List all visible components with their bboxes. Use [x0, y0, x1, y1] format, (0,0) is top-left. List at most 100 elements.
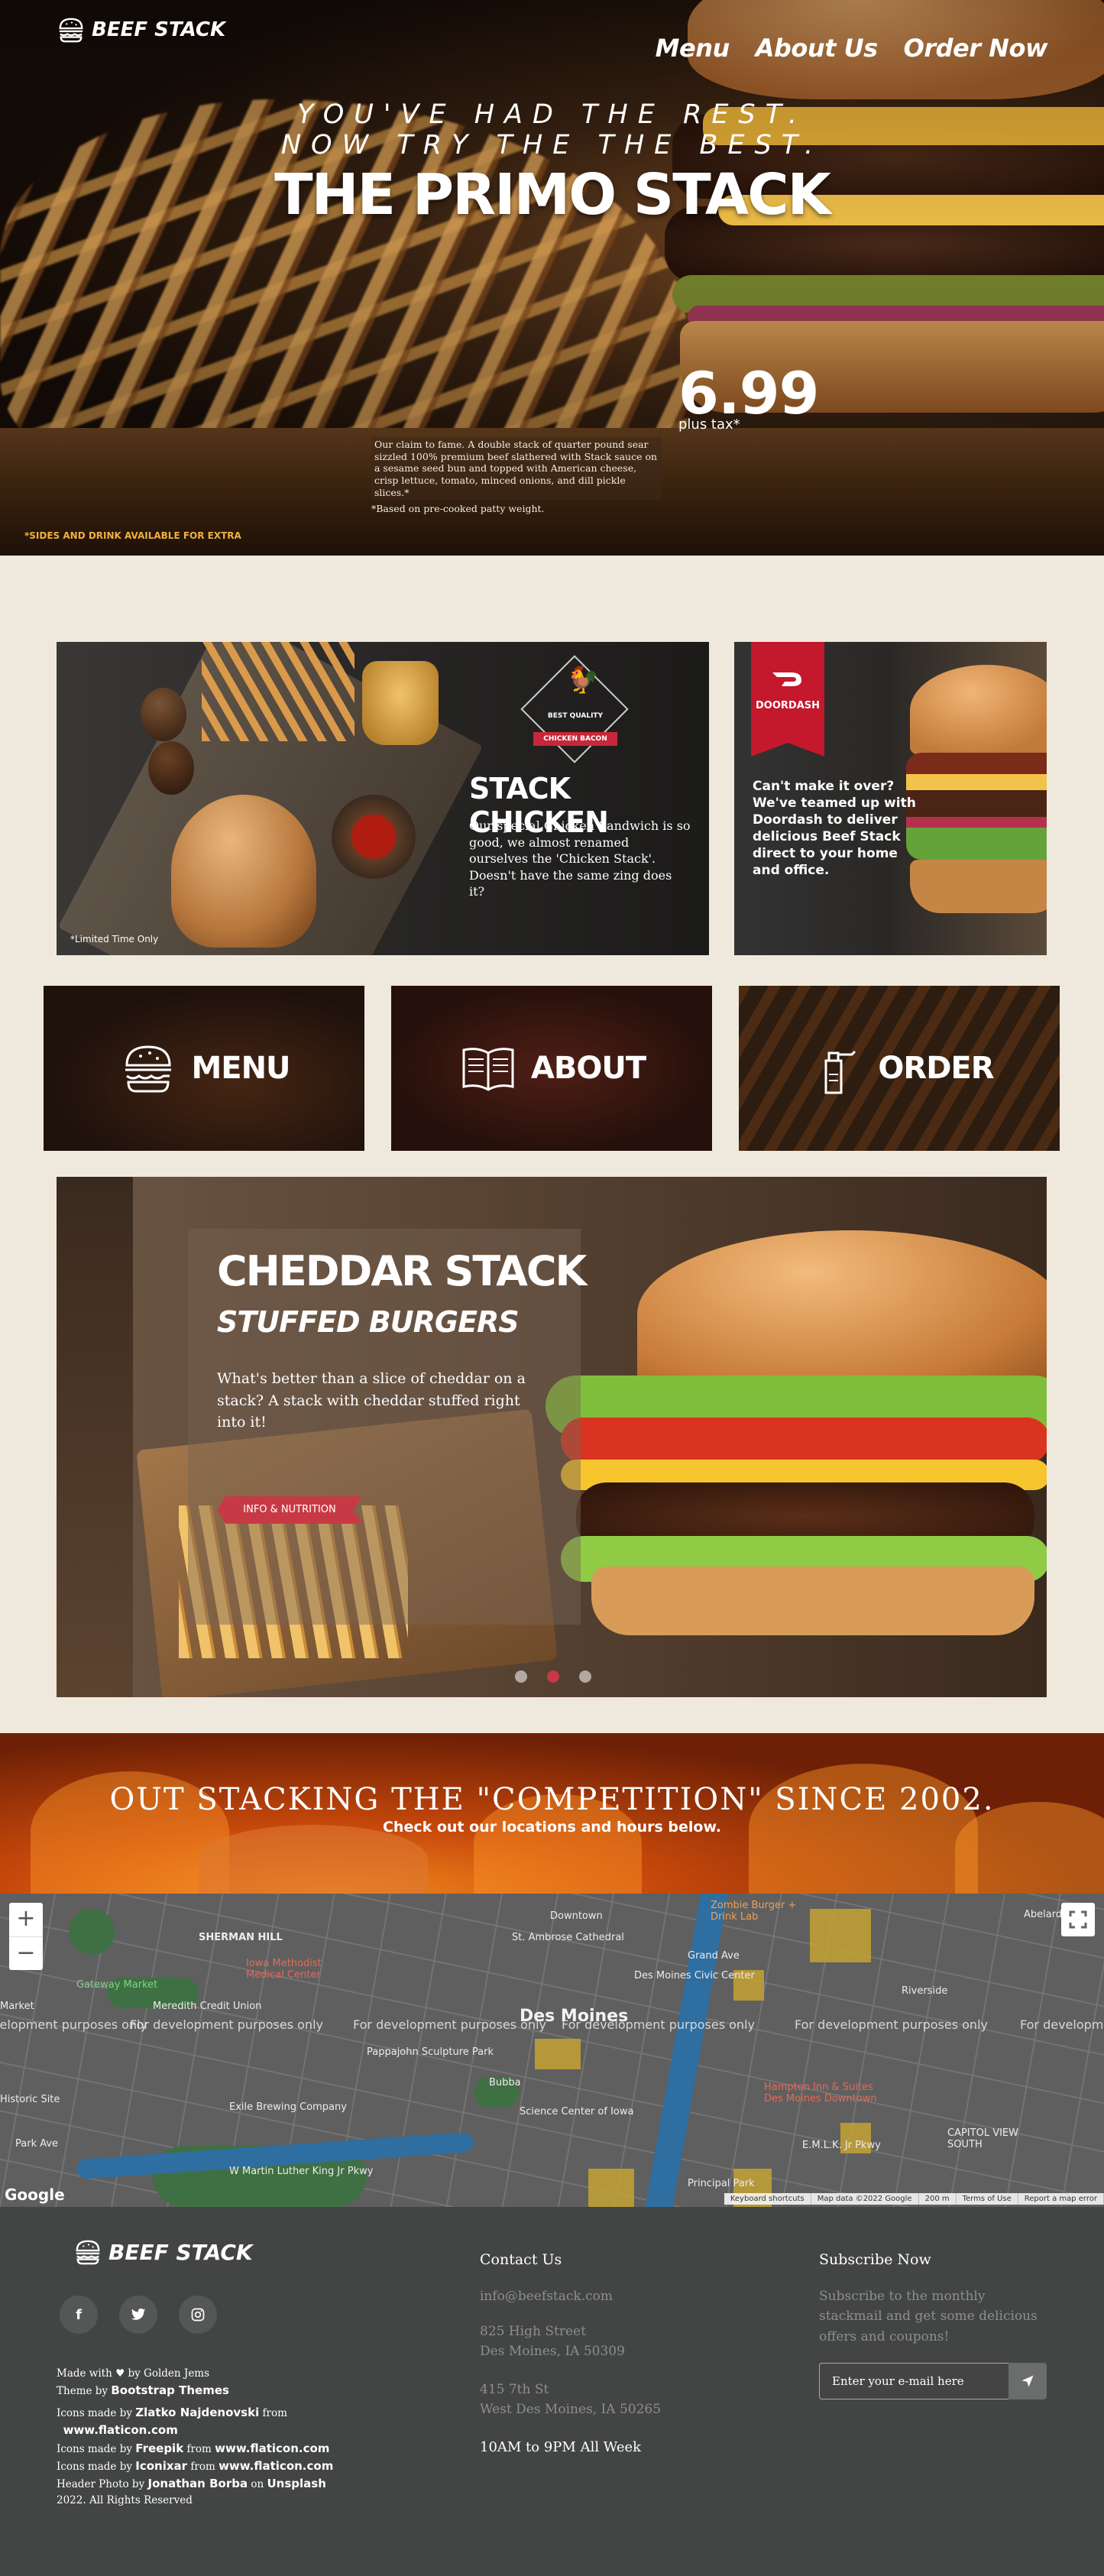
chicken-burger-image: [171, 795, 316, 948]
map-label: Iowa Methodist Medical Center: [246, 1958, 322, 1981]
zoom-in-button[interactable]: +: [9, 1903, 43, 1936]
photo-author-link[interactable]: Jonathan Borba: [148, 2477, 248, 2490]
menu-tile-label: MENU: [191, 1051, 290, 1086]
stack-chicken-card[interactable]: *Limited Time Only 🐓 BEST QUALITY CHICKE…: [57, 642, 709, 955]
map-label: E.M.L.K. Jr Pkwy: [802, 2140, 881, 2151]
carousel-dot-1[interactable]: [515, 1670, 527, 1683]
subscribe-text: Subscribe to the monthly stackmail and g…: [819, 2289, 1038, 2344]
featured-carousel[interactable]: CHEDDAR STACK STUFFED BURGERS What's bet…: [57, 1177, 1047, 1697]
icon-author-link[interactable]: Zlatko Najdenovski: [135, 2406, 259, 2419]
social-links: f: [60, 2296, 217, 2334]
subscribe-form: [819, 2363, 1047, 2399]
twitter-icon: [131, 2308, 146, 2320]
address-2: 415 7th St West Des Moines, IA 50265: [480, 2382, 662, 2418]
copyright: 2022. All Rights Reserved: [57, 2494, 193, 2507]
carousel-dot-3[interactable]: [579, 1670, 591, 1683]
cheddar-burger-image: [637, 1230, 1047, 1398]
carousel-dot-2[interactable]: [547, 1670, 559, 1683]
map-label: Market: [0, 2001, 34, 2012]
burger-logo-icon: [76, 2240, 100, 2265]
map-label: Science Center of Iowa: [520, 2106, 634, 2118]
map-label: Bubba: [489, 2077, 521, 2088]
menu-tile[interactable]: MENU: [44, 986, 364, 1151]
contact-title: Contact Us: [480, 2251, 562, 2268]
icon-site-link[interactable]: www.flaticon.com: [215, 2442, 329, 2455]
map-label: Des Moines Civic Center: [634, 1970, 755, 1981]
doordash-text: Can't make it over? We've teamed up with…: [753, 779, 916, 879]
dev-watermark: For development purposes only: [0, 2017, 147, 2032]
footer-logo[interactable]: BEEF STACK: [73, 2237, 253, 2267]
dev-watermark: For development purposes only: [130, 2017, 323, 2032]
hero-tagline-1: YOU'VE HAD THE REST.: [296, 99, 807, 130]
icon-author-link[interactable]: Freepik: [135, 2442, 183, 2455]
zoom-out-button[interactable]: −: [9, 1936, 43, 1970]
flame-banner: OUT STACKING THE "COMPETITION" SINCE 200…: [0, 1733, 1104, 1894]
map-label: Gateway Market: [76, 1979, 158, 1991]
map-label: Meredith Credit Union: [153, 2001, 262, 2012]
badge-text: BEST QUALITY: [547, 712, 604, 720]
doordash-icon: [772, 672, 801, 686]
icon-site-link[interactable]: www.flaticon.com: [63, 2423, 178, 2437]
order-tile-label: ORDER: [878, 1051, 994, 1086]
subscribe-title: Subscribe Now: [819, 2251, 931, 2268]
banner-title: OUT STACKING THE "COMPETITION" SINCE 200…: [109, 1782, 995, 1817]
info-nutrition-button[interactable]: INFO & NUTRITION: [217, 1496, 362, 1524]
order-tile[interactable]: ORDER: [739, 986, 1060, 1151]
hero-price-sub: plus tax*: [678, 416, 740, 433]
instagram-icon: [191, 2308, 205, 2322]
map-label: Downtown: [550, 1910, 603, 1922]
report-error-link[interactable]: Report a map error: [1018, 2193, 1104, 2205]
nav-order-link[interactable]: Order Now: [904, 34, 1048, 63]
map-label: Park Ave: [15, 2138, 59, 2150]
fullscreen-button[interactable]: [1061, 1903, 1095, 1936]
theme-link[interactable]: Bootstrap Themes: [111, 2383, 229, 2397]
brand-logo[interactable]: BEEF STACK: [57, 15, 225, 44]
contact-email[interactable]: info@beefstack.com: [480, 2286, 613, 2306]
map-label: Riverside: [902, 1985, 948, 1997]
icon-site-link[interactable]: www.flaticon.com: [219, 2459, 333, 2473]
dev-watermark: For development purposes only: [353, 2017, 546, 2032]
heart-icon: ♥: [115, 2367, 125, 2380]
doordash-card[interactable]: DOORDASH Can't make it over? We've teame…: [734, 642, 1047, 955]
keyboard-shortcuts-link[interactable]: Keyboard shortcuts: [724, 2193, 811, 2205]
email-input[interactable]: [819, 2363, 1008, 2399]
photo-site-link[interactable]: Unsplash: [267, 2477, 326, 2490]
address-1: 825 High Street Des Moines, IA 50309: [480, 2324, 625, 2360]
sauce-image: [332, 795, 416, 879]
map-label: Principal Park: [688, 2178, 755, 2189]
google-logo[interactable]: Google: [5, 2186, 65, 2204]
carousel-description: What's better than a slice of cheddar on…: [217, 1370, 526, 1431]
map-scale[interactable]: 200 m: [919, 2193, 957, 2205]
book-icon: [462, 1048, 514, 1091]
map-attribution: Keyboard shortcuts Map data ©2022 Google…: [724, 2193, 1104, 2205]
locations-map[interactable]: SHERMAN HILL Iowa Methodist Medical Cent…: [0, 1894, 1104, 2207]
chicken-description: Our special Chicken Sandwich is so good,…: [469, 818, 691, 899]
twitter-link[interactable]: [119, 2296, 157, 2334]
facebook-link[interactable]: f: [60, 2296, 98, 2334]
nav-about-link[interactable]: About Us: [756, 34, 878, 63]
map-label: Grand Ave: [688, 1950, 740, 1962]
opening-hours: 10AM to 9PM All Week: [480, 2439, 642, 2455]
terms-link[interactable]: Terms of Use: [957, 2193, 1018, 2205]
dev-watermark: For development purposes only: [562, 2017, 755, 2032]
doordash-name: DOORDASH: [756, 700, 820, 711]
subscribe-button[interactable]: [1008, 2363, 1047, 2399]
nav-menu-link[interactable]: Menu: [656, 34, 730, 63]
facebook-icon: f: [76, 2306, 82, 2323]
map-label: CAPITOL VIEW SOUTH: [947, 2127, 1018, 2150]
map-label: W Martin Luther King Jr Pkwy: [229, 2166, 374, 2177]
map-label: Historic Site: [0, 2094, 60, 2105]
banner-subtitle: Check out our locations and hours below.: [382, 1819, 722, 1836]
hero-title: THE PRIMO STACK: [274, 162, 831, 228]
site-footer: BEEF STACK f Made with ♥ by Golden Jems …: [0, 2207, 1104, 2576]
sauce-bottle-icon: [824, 1050, 856, 1094]
instagram-link[interactable]: [179, 2296, 217, 2334]
map-zoom-control: + −: [9, 1903, 43, 1970]
burger-logo-icon: [59, 18, 83, 43]
map-label: Pappajohn Sculpture Park: [367, 2046, 494, 2058]
icon-author-link[interactable]: Iconixar: [135, 2459, 187, 2473]
map-label: SHERMAN HILL: [199, 1932, 283, 1943]
carousel-indicators: [515, 1670, 591, 1683]
footer-brand-name: BEEF STACK: [108, 2239, 253, 2265]
about-tile[interactable]: ABOUT: [391, 986, 712, 1151]
